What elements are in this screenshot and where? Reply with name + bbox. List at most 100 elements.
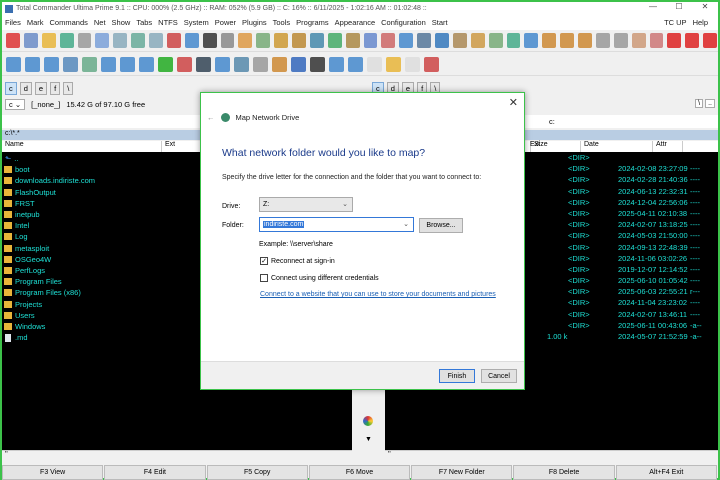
drive-select[interactable]: Z: ⌄: [259, 197, 353, 212]
archive3-icon[interactable]: [578, 33, 592, 48]
thumbnails-icon[interactable]: [113, 33, 128, 48]
finish-button[interactable]: Finish: [439, 369, 475, 383]
file-icon[interactable]: [405, 57, 420, 72]
root-button[interactable]: \: [695, 99, 704, 108]
dialog-close-button[interactable]: ✕: [509, 96, 518, 109]
fkey-f7-new-folder[interactable]: F7 New Folder: [411, 465, 513, 480]
menu-files[interactable]: Files: [5, 18, 21, 27]
check-icon[interactable]: [158, 57, 173, 72]
archive2-icon[interactable]: [560, 33, 574, 48]
drive-button-1[interactable]: d: [19, 82, 32, 95]
jar-icon[interactable]: [631, 33, 646, 48]
network-icon[interactable]: [184, 33, 199, 48]
archive-icon[interactable]: [542, 33, 557, 48]
refresh-icon[interactable]: [59, 33, 74, 48]
clipboard-icon[interactable]: [452, 33, 467, 48]
fkey-f5-copy[interactable]: F5 Copy: [206, 465, 308, 480]
forward-icon[interactable]: [44, 57, 59, 72]
film-icon[interactable]: [196, 57, 211, 72]
fkey-alt-f4-exit[interactable]: Alt+F4 Exit: [615, 465, 717, 480]
filter-icon[interactable]: [101, 57, 116, 72]
calendar-icon[interactable]: [424, 57, 439, 72]
cancel-button[interactable]: Cancel: [481, 369, 517, 383]
col-name[interactable]: Name: [2, 141, 162, 152]
store-documents-link[interactable]: Connect to a website that you can use to…: [260, 291, 496, 298]
color-wheel-icon[interactable]: [363, 416, 373, 426]
right-arrow-icon[interactable]: [348, 57, 363, 72]
download-icon[interactable]: [399, 33, 414, 48]
drive-button-0[interactable]: c: [5, 82, 17, 95]
link-icon[interactable]: [595, 33, 610, 48]
tree-icon[interactable]: [131, 33, 145, 48]
shutdown-icon[interactable]: [667, 33, 682, 48]
menu-commands[interactable]: Commands: [50, 18, 88, 27]
crop-icon[interactable]: [272, 57, 287, 72]
power-off-icon[interactable]: [6, 33, 20, 48]
logoff-icon[interactable]: [703, 33, 717, 48]
menu-mark[interactable]: Mark: [27, 18, 44, 27]
back-arrow-icon[interactable]: ←: [207, 113, 215, 122]
menu-ntfs[interactable]: NTFS: [158, 18, 178, 27]
sync-icon[interactable]: [327, 33, 342, 48]
back-icon[interactable]: [25, 57, 40, 72]
menu-show[interactable]: Show: [112, 18, 131, 27]
browse-button[interactable]: Browse...: [419, 218, 463, 233]
zoom-icon[interactable]: [417, 33, 431, 48]
menu-programs[interactable]: Programs: [296, 18, 329, 27]
fkey-f4-edit[interactable]: F4 Edit: [104, 465, 206, 480]
list-icon[interactable]: [77, 33, 92, 48]
rename-icon[interactable]: [363, 33, 378, 48]
menu-net[interactable]: Net: [94, 18, 106, 27]
net-connect-icon[interactable]: [506, 33, 521, 48]
stack-icon[interactable]: [177, 57, 192, 72]
col-size[interactable]: Size: [531, 141, 581, 152]
add-icon[interactable]: [435, 33, 449, 48]
menu-appearance[interactable]: Appearance: [335, 18, 375, 27]
menu-tools[interactable]: Tools: [273, 18, 291, 27]
col-attr[interactable]: Attr: [653, 141, 683, 152]
search-icon[interactable]: [309, 33, 324, 48]
fkey-f8-delete[interactable]: F8 Delete: [513, 465, 615, 480]
menu-configuration[interactable]: Configuration: [381, 18, 426, 27]
menu-start[interactable]: Start: [432, 18, 448, 27]
down-icon[interactable]: [120, 57, 135, 72]
split-icon[interactable]: [149, 33, 163, 48]
menu-plugins[interactable]: Plugins: [242, 18, 267, 27]
drive-button-4[interactable]: \: [63, 82, 74, 95]
left-arrow-icon[interactable]: [329, 57, 344, 72]
restart-icon[interactable]: [685, 33, 700, 48]
minimize-button[interactable]: —: [640, 2, 666, 11]
up-icon[interactable]: [6, 57, 21, 72]
close-button[interactable]: ✕: [692, 2, 718, 11]
unpack-icon[interactable]: [292, 33, 306, 48]
sort-icon[interactable]: [82, 57, 97, 72]
menu-tc-up[interactable]: TC UP: [664, 18, 687, 27]
grid-icon[interactable]: [310, 57, 325, 72]
image-icon[interactable]: [234, 57, 249, 72]
clock-icon[interactable]: [253, 57, 268, 72]
doc-icon[interactable]: [367, 57, 382, 72]
chevron-down-icon[interactable]: ⌄: [403, 220, 409, 228]
paste-icon[interactable]: [470, 33, 485, 48]
calc-icon[interactable]: [256, 33, 271, 48]
music-icon[interactable]: [215, 57, 230, 72]
details-icon[interactable]: [95, 33, 110, 48]
pack-icon[interactable]: [274, 33, 288, 48]
checklist-icon[interactable]: [488, 33, 503, 48]
compare-icon[interactable]: [345, 33, 360, 48]
folder-input[interactable]: indiriste.com ⌄: [259, 217, 414, 232]
reconnect-checkbox[interactable]: ✓ Reconnect at sign-in: [260, 257, 335, 265]
stamp-icon[interactable]: [649, 33, 664, 48]
col-date[interactable]: Date: [581, 141, 653, 152]
chain-icon[interactable]: [613, 33, 628, 48]
fkey-f3-view[interactable]: F3 View: [2, 465, 104, 480]
maximize-button[interactable]: ☐: [666, 2, 692, 11]
mail-icon[interactable]: [238, 33, 253, 48]
toolbox-icon[interactable]: [166, 33, 181, 48]
drive-button-3[interactable]: f: [50, 82, 61, 95]
info-icon[interactable]: [291, 57, 306, 72]
menu-power[interactable]: Power: [215, 18, 236, 27]
folder2-icon[interactable]: [386, 57, 401, 72]
menu-help[interactable]: Help: [693, 18, 708, 27]
drive-button-2[interactable]: e: [34, 82, 48, 95]
